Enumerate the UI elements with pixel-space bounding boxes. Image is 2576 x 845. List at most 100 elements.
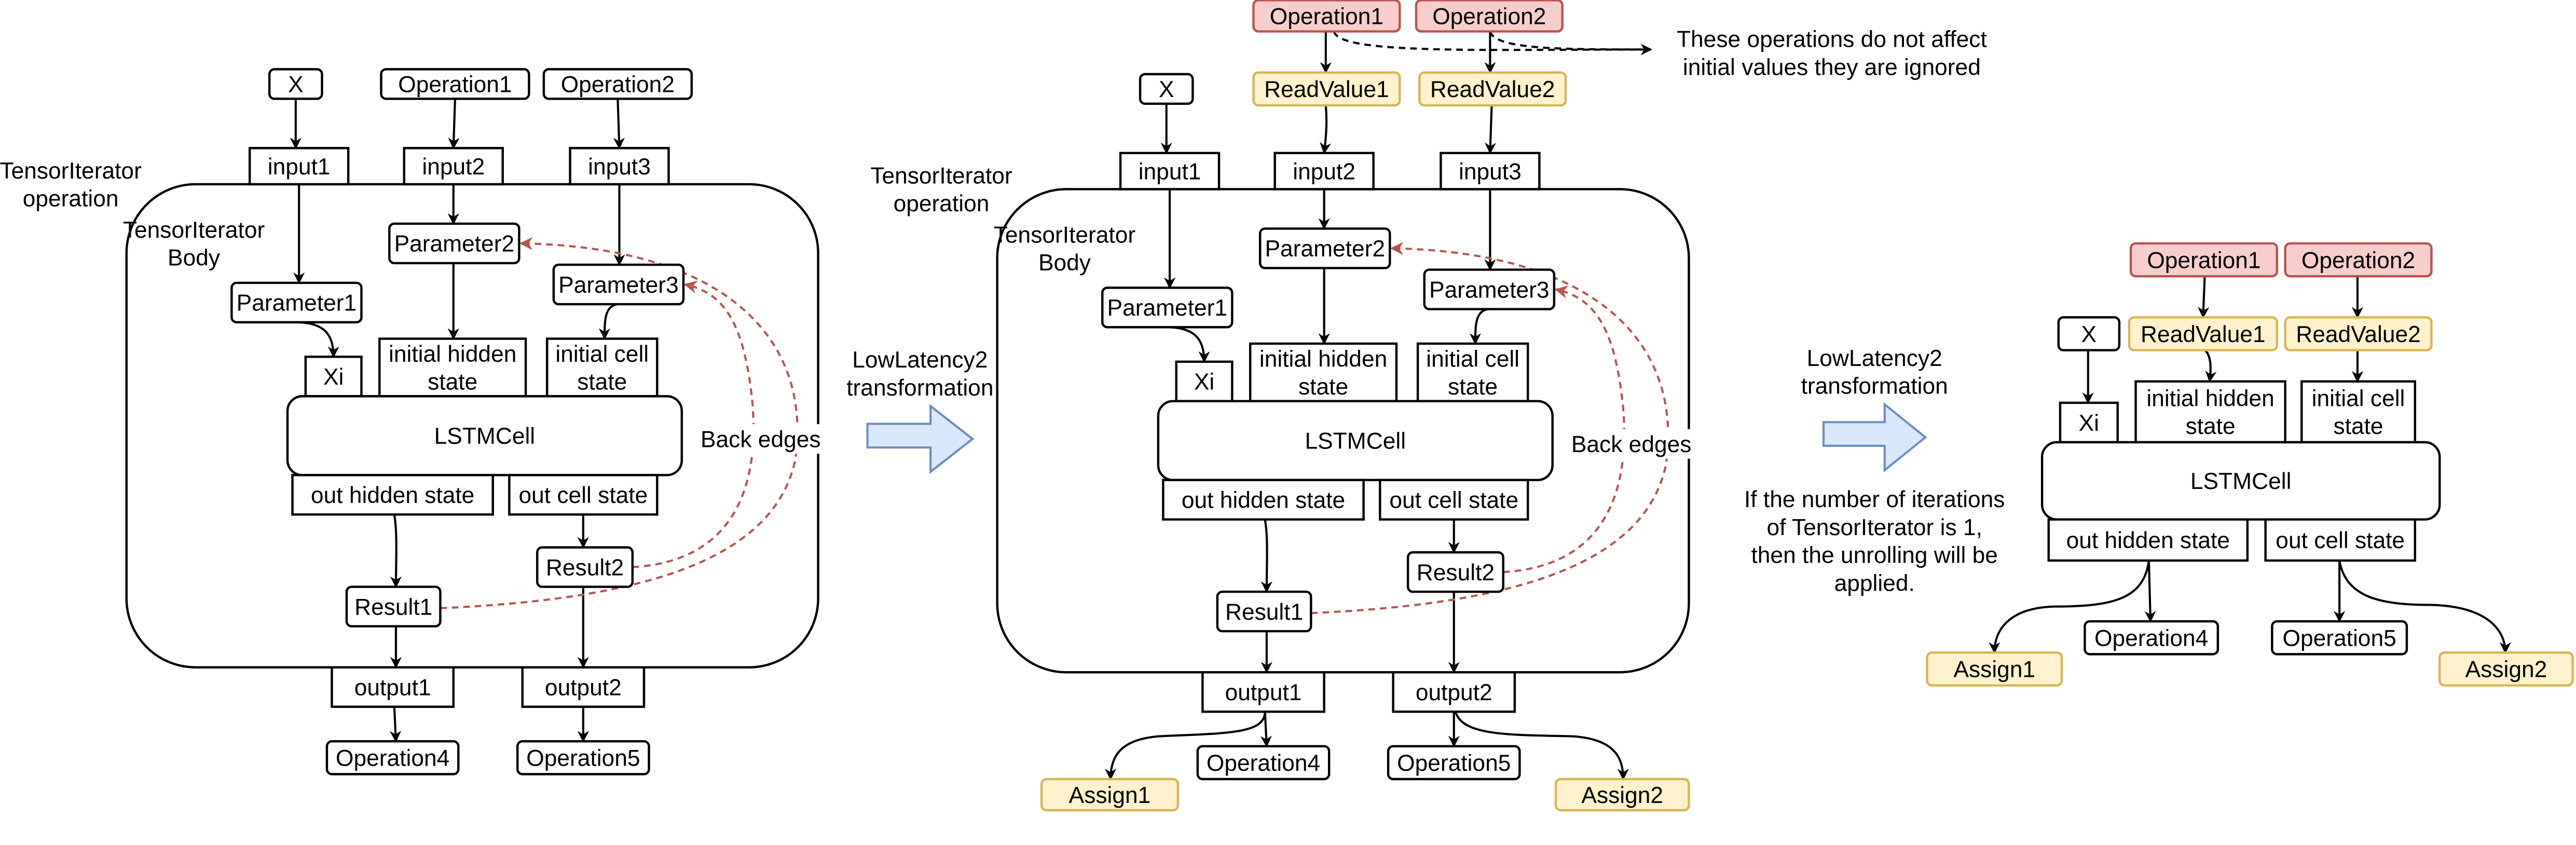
left-node-param2[interactable]: Parameter2 bbox=[388, 222, 520, 265]
node-label-line: ReadValue1 bbox=[1264, 77, 1389, 102]
edge-arrow bbox=[1320, 105, 1332, 155]
middle-node-param1[interactable]: Parameter1 bbox=[1101, 287, 1234, 329]
middle-node-output1[interactable]: output1 bbox=[1201, 671, 1325, 713]
middle-node-out-cell[interactable]: out cell state bbox=[1379, 479, 1529, 521]
node-label-line: Operation5 bbox=[1397, 751, 1511, 776]
node-label: Assign2 bbox=[2465, 657, 2547, 683]
node-label: Operation4 bbox=[2094, 626, 2208, 651]
middle-node-readvalue1[interactable]: ReadValue1 bbox=[1252, 71, 1401, 107]
left-node-output2[interactable]: output2 bbox=[521, 666, 646, 708]
right-node-readvalue2[interactable]: ReadValue2 bbox=[2284, 316, 2433, 351]
middle-node-op5[interactable]: Operation5 bbox=[1387, 745, 1521, 781]
node-label-line: input3 bbox=[588, 154, 651, 180]
node-label: LSTMCell bbox=[2190, 469, 2292, 494]
middle-node-op2[interactable]: Operation2 bbox=[1415, 0, 1564, 33]
right-node-assign2[interactable]: Assign2 bbox=[2438, 651, 2574, 687]
left-node-input2[interactable]: input2 bbox=[403, 147, 504, 186]
left-node-input3[interactable]: input3 bbox=[569, 147, 670, 186]
right-node-out-cell[interactable]: out cell state bbox=[2264, 518, 2416, 562]
node-label: input2 bbox=[422, 154, 485, 180]
node-label-line: Result1 bbox=[1225, 599, 1303, 625]
left-node-input1[interactable]: input1 bbox=[248, 147, 350, 186]
unrolling-note: If the number of iterations of TensorIter… bbox=[1744, 487, 2005, 596]
node-label-line: input2 bbox=[1293, 159, 1355, 184]
right-node-xi[interactable]: Xi bbox=[2059, 401, 2119, 444]
right-node-readvalue1[interactable]: ReadValue1 bbox=[2128, 316, 2279, 351]
node-label: Operation5 bbox=[526, 746, 640, 771]
transformation-arrow-1 bbox=[866, 404, 975, 474]
node-label: Operation1 bbox=[398, 72, 512, 98]
middle-node-assign1[interactable]: Assign1 bbox=[1040, 778, 1180, 812]
left-node-lstm[interactable]: LSTMCell bbox=[286, 395, 683, 476]
middle-node-out-hidden[interactable]: out hidden state bbox=[1162, 479, 1365, 521]
right-node-init-cell[interactable]: initial cell state bbox=[2300, 380, 2416, 444]
left-node-op2[interactable]: Operation2 bbox=[542, 68, 693, 100]
left-node-op5[interactable]: Operation5 bbox=[516, 740, 650, 775]
middle-node-input3[interactable]: input3 bbox=[1440, 152, 1541, 190]
right-node-x[interactable]: X bbox=[2057, 316, 2121, 351]
node-label: out hidden state bbox=[1182, 488, 1345, 513]
middle-node-xi[interactable]: Xi bbox=[1175, 360, 1234, 403]
middle-node-op4[interactable]: Operation4 bbox=[1196, 745, 1331, 781]
edge-arrow bbox=[1485, 105, 1497, 155]
right-node-op4[interactable]: Operation4 bbox=[2084, 620, 2219, 656]
left-node-param1[interactable]: Parameter1 bbox=[230, 281, 363, 324]
node-label-line: state bbox=[577, 370, 627, 395]
left-node-init-hidden[interactable]: initial hidden state bbox=[378, 337, 527, 398]
left-node-op4[interactable]: Operation4 bbox=[325, 740, 460, 775]
node-label-line: Operation2 bbox=[2301, 248, 2415, 273]
right-node-op5[interactable]: Operation5 bbox=[2271, 620, 2408, 656]
middle-node-op1[interactable]: Operation1 bbox=[1252, 0, 1401, 33]
node-label: Assign1 bbox=[1953, 657, 2035, 683]
left-node-op1[interactable]: Operation1 bbox=[380, 68, 530, 100]
left-node-param3[interactable]: Parameter3 bbox=[552, 263, 685, 306]
node-label-line: Assign1 bbox=[1069, 783, 1151, 808]
unrolling-note-line: If the number of iterations bbox=[1744, 487, 2005, 512]
node-label-line: Parameter1 bbox=[237, 291, 357, 316]
node-label: Parameter2 bbox=[394, 231, 515, 257]
middle-tensoriterator-body-label-line: TensorIterator bbox=[994, 222, 1136, 248]
edge-arrow bbox=[448, 99, 460, 149]
middle-node-lstm[interactable]: LSTMCell bbox=[1157, 400, 1554, 482]
right-node-init-hidden[interactable]: initial hidden state bbox=[2134, 380, 2286, 444]
middle-node-init-hidden[interactable]: initial hidden state bbox=[1249, 342, 1398, 403]
node-label-line: output2 bbox=[545, 675, 622, 701]
middle-node-input2[interactable]: input2 bbox=[1273, 152, 1375, 190]
middle-node-param2[interactable]: Parameter2 bbox=[1258, 227, 1391, 269]
ignored-operations-note: These operations do not affect initial va… bbox=[1677, 27, 1987, 80]
node-label: Operation5 bbox=[2282, 626, 2396, 651]
right-node-assign1[interactable]: Assign1 bbox=[1926, 651, 2063, 687]
node-label: output2 bbox=[545, 675, 622, 701]
middle-node-x[interactable]: X bbox=[1139, 73, 1194, 105]
middle-node-input1[interactable]: input1 bbox=[1119, 152, 1221, 190]
transformation-label-line: LowLatency2 bbox=[1807, 346, 1942, 371]
node-label: Operation2 bbox=[2301, 248, 2415, 273]
right-node-out-hidden[interactable]: out hidden state bbox=[2047, 518, 2249, 562]
left-node-out-hidden[interactable]: out hidden state bbox=[291, 474, 494, 516]
right-node-op2[interactable]: Operation2 bbox=[2284, 242, 2433, 278]
node-label-line: state bbox=[1298, 374, 1348, 400]
left-node-out-cell[interactable]: out cell state bbox=[508, 474, 659, 516]
middle-node-param3[interactable]: Parameter3 bbox=[1423, 268, 1556, 310]
right-node-lstm[interactable]: LSTMCell bbox=[2040, 441, 2441, 521]
node-label-line: LSTMCell bbox=[2190, 469, 2292, 494]
middle-node-result1[interactable]: Result1 bbox=[1216, 590, 1312, 633]
node-label-line: LSTMCell bbox=[434, 424, 536, 449]
left-node-x[interactable]: X bbox=[268, 68, 323, 100]
left-node-result2[interactable]: Result2 bbox=[536, 546, 634, 588]
middle-node-result2[interactable]: Result2 bbox=[1406, 551, 1504, 593]
right-node-op1[interactable]: Operation1 bbox=[2129, 242, 2279, 278]
left-node-xi[interactable]: Xi bbox=[304, 356, 363, 398]
middle-node-readvalue2[interactable]: ReadValue2 bbox=[1418, 71, 1567, 107]
node-label: input1 bbox=[1139, 159, 1201, 184]
left-node-output1[interactable]: output1 bbox=[331, 666, 455, 708]
middle-node-init-cell[interactable]: initial cell state bbox=[1416, 342, 1529, 403]
node-label: Parameter3 bbox=[1429, 277, 1550, 303]
left-node-init-cell[interactable]: initial cell state bbox=[546, 337, 659, 398]
node-label-line: Operation4 bbox=[2094, 626, 2208, 651]
middle-node-assign2[interactable]: Assign2 bbox=[1554, 778, 1690, 812]
node-label-line: X bbox=[2081, 322, 2097, 347]
middle-node-output2[interactable]: output2 bbox=[1392, 671, 1516, 713]
left-node-result1[interactable]: Result1 bbox=[345, 585, 442, 628]
node-label: ReadValue2 bbox=[1430, 77, 1555, 102]
